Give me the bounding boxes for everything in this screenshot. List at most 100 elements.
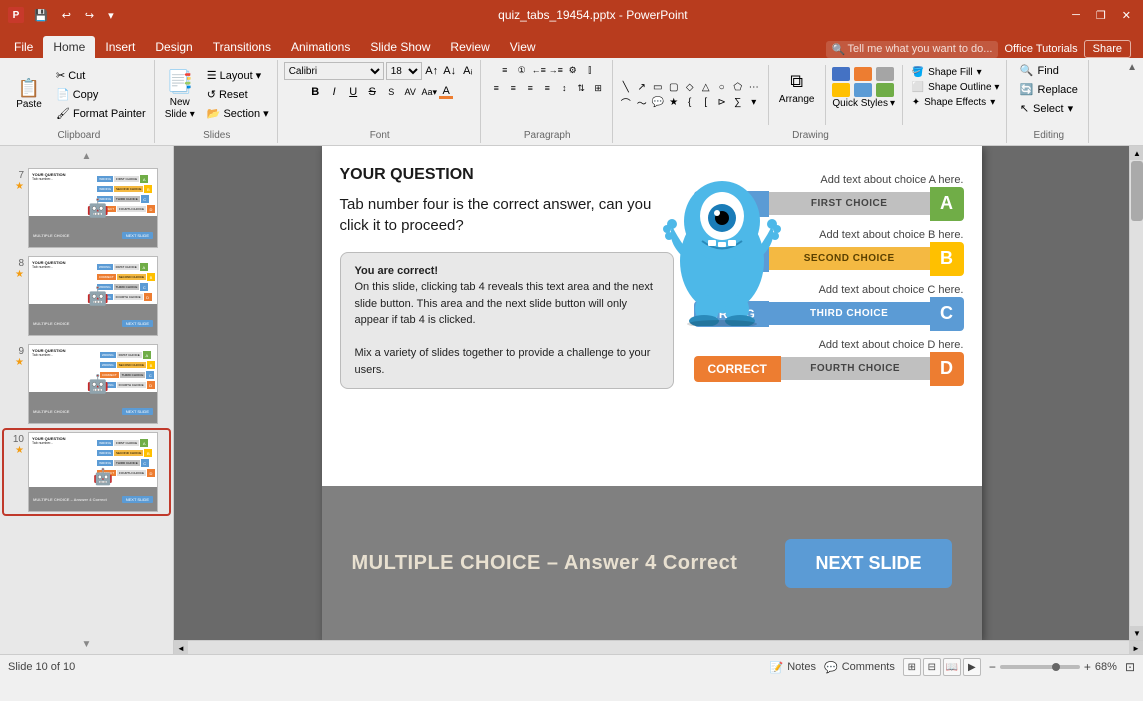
undo-quickaccess[interactable]: ↩ xyxy=(58,7,75,24)
select-button[interactable]: ↖ Select ▾ xyxy=(1016,100,1082,117)
shape-triangle[interactable]: △ xyxy=(699,80,713,94)
tab-insert[interactable]: Insert xyxy=(95,36,145,58)
underline-button[interactable]: U xyxy=(344,83,362,101)
shape-brace[interactable]: { xyxy=(683,95,697,109)
shadow-button[interactable]: S xyxy=(382,83,400,101)
font-color-button[interactable]: A xyxy=(439,85,453,99)
section-button[interactable]: 📂 Section ▾ xyxy=(203,105,273,122)
text-direction-button[interactable]: ⇅ xyxy=(573,80,589,96)
center-button[interactable]: ≡ xyxy=(505,80,521,96)
tab-animations[interactable]: Animations xyxy=(281,36,360,58)
shape-arrow[interactable]: ↗ xyxy=(635,80,649,94)
redo-quickaccess[interactable]: ↪ xyxy=(81,7,98,24)
tab-slideshow[interactable]: Slide Show xyxy=(360,36,440,58)
next-slide-button[interactable]: NEXT SLIDE xyxy=(785,539,951,588)
comments-btn[interactable]: 💬 Comments xyxy=(824,661,895,674)
share-btn[interactable]: Share xyxy=(1084,40,1131,58)
new-slide-button[interactable]: 📑 NewSlide ▾ xyxy=(161,66,199,124)
shape-pentagon[interactable]: ⬠ xyxy=(731,80,745,94)
scroll-down-btn[interactable]: ▼ xyxy=(82,639,92,650)
align-left-button[interactable]: ≡ xyxy=(488,80,504,96)
qs-cell-6[interactable] xyxy=(876,83,894,97)
font-size-select[interactable]: 18 xyxy=(386,62,422,80)
columns-button[interactable]: ⫿ xyxy=(582,62,598,78)
smartart-button[interactable]: ⚙ xyxy=(565,62,581,78)
shape-curve[interactable]: ⌒ xyxy=(619,95,633,109)
choice-d-label-btn[interactable]: FOURTH CHOICE xyxy=(781,357,930,380)
save-quickaccess[interactable]: 💾 xyxy=(30,7,52,24)
slide-thumb-9[interactable]: 9 ★ YOUR QUESTION Tab number... WRONG FI… xyxy=(4,342,169,426)
spacing-button[interactable]: AV xyxy=(401,83,419,101)
choice-d-row[interactable]: CORRECT FOURTH CHOICE D xyxy=(694,352,964,386)
case-button[interactable]: Aa▾ xyxy=(420,83,438,101)
justify-button[interactable]: ≡ xyxy=(539,80,555,96)
replace-button[interactable]: 🔄 Replace xyxy=(1016,81,1082,98)
shape-equation[interactable]: ∑ xyxy=(731,95,745,109)
shape-star[interactable]: ★ xyxy=(667,95,681,109)
qs-cell-1[interactable] xyxy=(832,67,850,81)
shape-diamond[interactable]: ◇ xyxy=(683,80,697,94)
normal-view-btn[interactable]: ⊞ xyxy=(903,658,921,676)
reading-view-btn[interactable]: 📖 xyxy=(943,658,961,676)
zoom-out-btn[interactable]: − xyxy=(989,660,996,674)
slide-sorter-btn[interactable]: ⊟ xyxy=(923,658,941,676)
hscroll-right-btn[interactable]: ► xyxy=(1129,641,1143,654)
font-grow-button[interactable]: A↑ xyxy=(424,63,440,79)
choice-c-label-btn[interactable]: THIRD CHOICE xyxy=(769,302,930,325)
increase-indent-button[interactable]: →≡ xyxy=(548,62,564,78)
shape-effects-button[interactable]: ✦ Shape Effects ▾ xyxy=(909,96,1003,109)
font-shrink-button[interactable]: A↓ xyxy=(442,63,458,79)
qs-cell-2[interactable] xyxy=(854,67,872,81)
strikethrough-button[interactable]: S xyxy=(363,83,381,101)
slide-thumb-7[interactable]: 7 ★ YOUR QUESTION Tab number... WRONG FI… xyxy=(4,166,169,250)
scroll-up-btn[interactable]: ▲ xyxy=(82,151,92,162)
restore-btn[interactable]: ❐ xyxy=(1092,7,1110,24)
align-text-button[interactable]: ⊞ xyxy=(590,80,606,96)
choice-a-label-btn[interactable]: FIRST CHOICE xyxy=(769,192,930,215)
font-name-select[interactable]: Calibri xyxy=(284,62,384,80)
zoom-slider[interactable] xyxy=(1000,665,1080,669)
align-right-button[interactable]: ≡ xyxy=(522,80,538,96)
font-clear-button[interactable]: Aᵢ xyxy=(460,63,476,79)
bullets-button[interactable]: ≡ xyxy=(497,62,513,78)
minimize-btn[interactable]: ─ xyxy=(1068,7,1084,23)
search-bar[interactable]: 🔍 Tell me what you want to do... xyxy=(826,41,999,58)
shape-outline-button[interactable]: ⬜ Shape Outline ▾ xyxy=(909,81,1003,94)
tab-file[interactable]: File xyxy=(4,36,43,58)
qs-cell-4[interactable] xyxy=(832,83,850,97)
notes-btn[interactable]: 📝 Notes xyxy=(770,661,816,674)
slide-thumb-10[interactable]: 10 ★ YOUR QUESTION Tab number... WRONG F… xyxy=(4,430,169,514)
shape-callout[interactable]: 💬 xyxy=(651,95,665,109)
zoom-in-btn[interactable]: + xyxy=(1084,660,1091,674)
collapse-ribbon-btn[interactable]: ▲ xyxy=(1127,62,1137,73)
shape-rounded-rect[interactable]: ▢ xyxy=(667,80,681,94)
quick-styles-label[interactable]: Quick Styles ▾ xyxy=(832,98,895,109)
shape-rect[interactable]: ▭ xyxy=(651,80,665,94)
paste-button[interactable]: 📋 Paste xyxy=(8,76,50,114)
numbering-button[interactable]: ① xyxy=(514,62,530,78)
vscroll-thumb[interactable] xyxy=(1131,161,1143,221)
choice-b-label-btn[interactable]: SECOND CHOICE xyxy=(769,247,930,270)
customize-quickaccess[interactable]: ▾ xyxy=(104,7,118,24)
choice-d-correct-btn[interactable]: CORRECT xyxy=(694,356,781,382)
hscroll-left-btn[interactable]: ◄ xyxy=(174,641,188,654)
qs-cell-5[interactable] xyxy=(854,83,872,97)
tab-design[interactable]: Design xyxy=(145,36,202,58)
shape-extras[interactable]: ▾ xyxy=(747,95,761,109)
arrange-button[interactable]: ⧉ Arrange xyxy=(775,68,819,108)
fit-slide-btn[interactable]: ⊡ xyxy=(1125,660,1135,674)
shape-bracket[interactable]: [ xyxy=(699,95,713,109)
qs-cell-3[interactable] xyxy=(876,67,894,81)
vscroll-down-btn[interactable]: ▼ xyxy=(1130,626,1143,640)
office-tutorials-btn[interactable]: Office Tutorials xyxy=(1004,43,1077,55)
bold-button[interactable]: B xyxy=(306,83,324,101)
shape-more[interactable]: ⋯ xyxy=(747,80,761,94)
tab-home[interactable]: Home xyxy=(43,36,95,58)
italic-button[interactable]: I xyxy=(325,83,343,101)
copy-button[interactable]: 📄 Copy xyxy=(52,86,150,103)
shape-circle[interactable]: ○ xyxy=(715,80,729,94)
cut-button[interactable]: ✂ Cut xyxy=(52,67,150,84)
slideshow-view-btn[interactable]: ▶ xyxy=(963,658,981,676)
shape-line[interactable]: ╲ xyxy=(619,80,633,94)
close-btn[interactable]: ✕ xyxy=(1118,7,1135,24)
